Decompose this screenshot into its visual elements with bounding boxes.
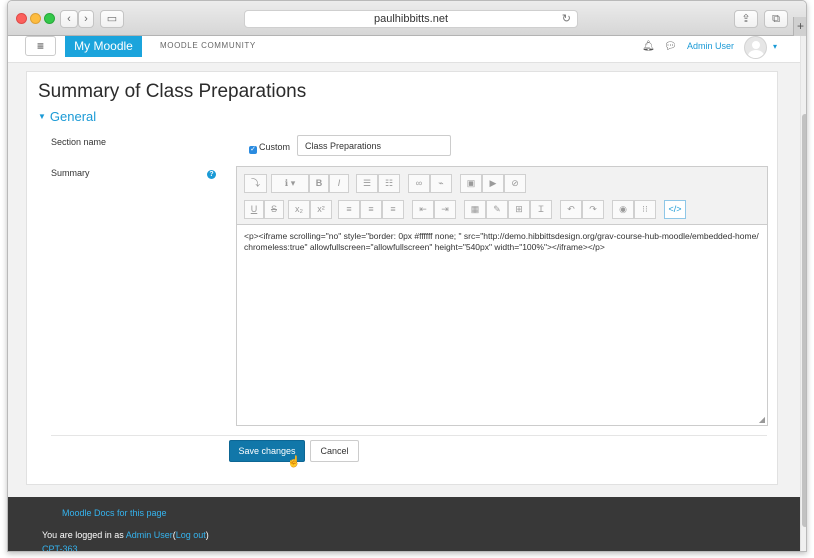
messages-chat-icon[interactable]: 💬︎ [664,41,677,52]
paren-close: ) [205,530,209,540]
user-menu-name[interactable]: Admin User [687,41,734,51]
align-center-icon[interactable]: ≡ [360,200,382,219]
general-section-label: General [49,109,97,124]
address-text: paulhibbitts.net [374,13,448,25]
general-section-toggle[interactable]: ▼ General [38,109,96,124]
custom-checkbox[interactable]: ✓ Custom [249,142,290,154]
indent-icon[interactable]: ⇥ [434,200,456,219]
sidebar-toggle-icon[interactable]: ▭ [100,10,124,28]
summary-html-source[interactable]: <p><iframe scrolling="no" style="border:… [244,231,759,253]
editor-toolbar: ⤵ ℹ ▾ B I ☰ ☷ ∞ ⌁ ▣ ▶ ⊘ U S x₂ x² ≡ ≡ ≡ … [237,167,767,225]
zoom-window-button[interactable] [44,13,55,24]
image-icon[interactable]: ▣ [460,174,482,193]
browser-window: ‹ › ▭ paulhibbitts.net ↻ ⇪ ⧉ + ≡ My Mood… [7,0,807,552]
logged-in-prefix: You are logged in as [42,530,126,540]
site-brand-link[interactable]: My Moodle [65,36,142,57]
address-bar[interactable]: paulhibbitts.net ↻ [244,10,578,28]
clear-formatting-icon[interactable]: Ɪ [530,200,552,219]
unordered-list-icon[interactable]: ☰ [356,174,378,193]
html-mode-button[interactable]: </> [664,200,686,219]
logged-in-user-link[interactable]: Admin User [126,530,173,540]
page-scrollbar-thumb[interactable] [802,114,806,527]
moodle-navbar: ≡ My Moodle MOODLE COMMUNITY 🔔︎ 💬︎ Admin… [8,36,800,63]
italic-button[interactable]: I [329,174,349,193]
course-link[interactable]: CPT-363 [42,544,78,551]
new-tab-button[interactable]: + [793,17,806,36]
notifications-bell-icon[interactable]: 🔔︎ [642,41,655,52]
form-divider [51,435,767,436]
hand-pointer-cursor-icon: ☝ [287,456,301,468]
subscript-button[interactable]: x₂ [288,200,310,219]
screenreader-helper-icon[interactable]: ⁝⁝ [634,200,656,219]
main-content-card: Summary of Class Preparations ▼ General S… [26,71,778,485]
help-icon[interactable]: ? [207,170,216,179]
underline-button[interactable]: U [244,200,264,219]
unlink-icon[interactable]: ⌁ [430,174,452,193]
checkbox-checked-icon[interactable]: ✓ [249,146,257,154]
logout-link[interactable]: Log out [176,530,206,540]
manage-files-icon[interactable]: ⊘ [504,174,526,193]
outdent-icon[interactable]: ⇤ [412,200,434,219]
superscript-button[interactable]: x² [310,200,332,219]
collapse-toolbar-button[interactable]: ⤵ [244,174,267,193]
cancel-button[interactable]: Cancel [310,440,359,462]
bold-button[interactable]: B [309,174,329,193]
moodle-docs-link[interactable]: Moodle Docs for this page [62,508,167,518]
media-icon[interactable]: ▶ [482,174,504,193]
equation-icon[interactable]: ▦ [464,200,486,219]
nav-drawer-toggle[interactable]: ≡ [25,36,56,56]
forward-icon[interactable]: › [78,10,94,28]
custom-checkbox-label: Custom [259,142,291,152]
section-name-input[interactable] [297,135,451,156]
resize-handle-icon[interactable]: ◢ [759,415,765,424]
align-right-icon[interactable]: ≡ [382,200,404,219]
accessibility-checker-icon[interactable]: ◉ [612,200,634,219]
collapse-triangle-icon[interactable]: ▼ [38,112,46,121]
share-icon[interactable]: ⇪ [734,10,758,28]
strikethrough-button[interactable]: S [264,200,284,219]
page-footer: Moodle Docs for this page You are logged… [8,497,800,551]
page-title: Summary of Class Preparations [38,81,307,102]
align-left-icon[interactable]: ≡ [338,200,360,219]
browser-titlebar: ‹ › ▭ paulhibbitts.net ↻ ⇪ ⧉ + [8,1,806,36]
paragraph-style-button[interactable]: ℹ ▾ [271,174,309,193]
user-avatar[interactable] [744,36,767,59]
summary-editor[interactable]: ⤵ ℹ ▾ B I ☰ ☷ ∞ ⌁ ▣ ▶ ⊘ U S x₂ x² ≡ ≡ ≡ … [236,166,768,426]
login-info: You are logged in as Admin User(Log out) [42,530,209,540]
ordered-list-icon[interactable]: ☷ [378,174,400,193]
back-icon[interactable]: ‹ [60,10,78,28]
tabs-overview-icon[interactable]: ⧉ [764,10,788,28]
chevron-down-icon[interactable]: ▾ [773,42,777,51]
minimize-window-button[interactable] [30,13,41,24]
reload-icon[interactable]: ↻ [562,11,571,27]
table-icon[interactable]: ⊞ [508,200,530,219]
close-window-button[interactable] [16,13,27,24]
redo-icon[interactable]: ↷ [582,200,604,219]
link-icon[interactable]: ∞ [408,174,430,193]
special-character-icon[interactable]: ✎ [486,200,508,219]
moodle-community-link[interactable]: MOODLE COMMUNITY [160,41,256,50]
section-name-label: Section name [51,137,107,147]
summary-label: Summary [51,168,90,178]
page-scrollbar[interactable] [800,36,806,551]
undo-icon[interactable]: ↶ [560,200,582,219]
